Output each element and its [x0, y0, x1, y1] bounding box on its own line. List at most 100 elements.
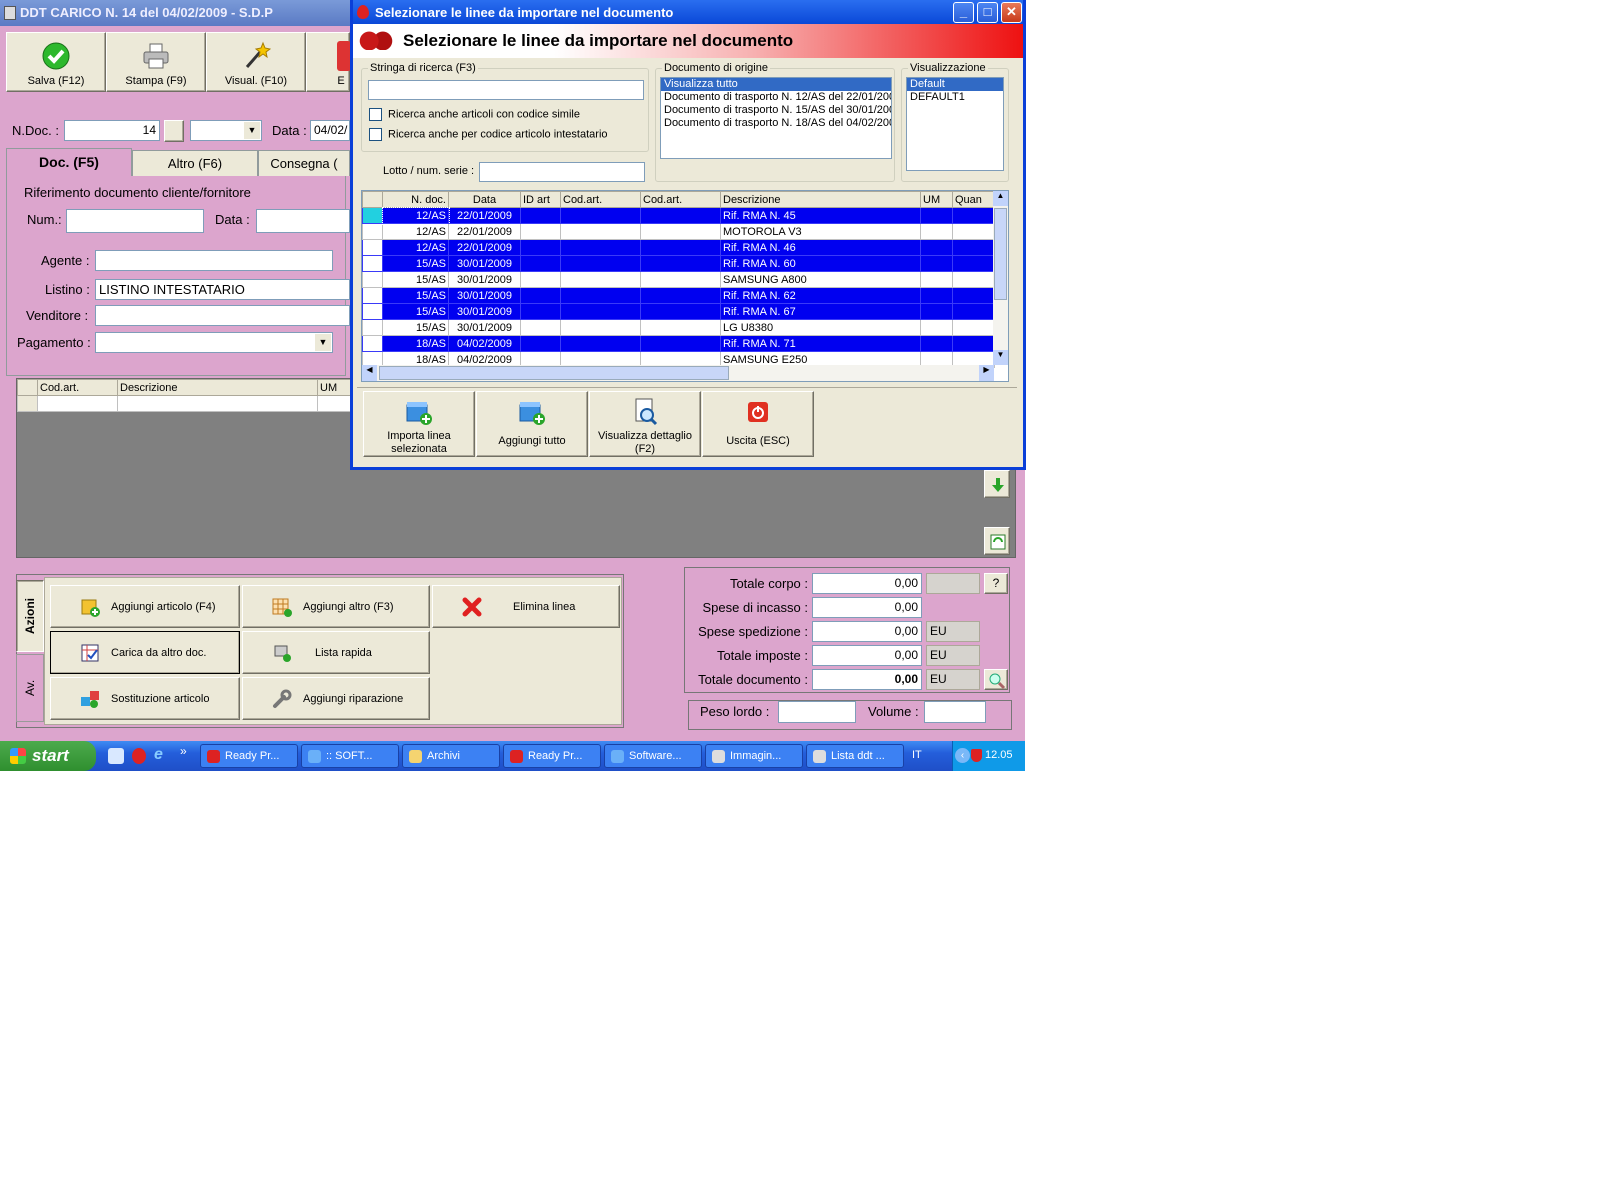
- taskbar-task-button[interactable]: Ready Pr...: [200, 744, 298, 768]
- ready-pro-quicklaunch-icon[interactable]: [132, 748, 146, 764]
- refresh-button[interactable]: [984, 527, 1010, 555]
- maximize-button[interactable]: □: [977, 2, 998, 23]
- grid-header-cell[interactable]: N. doc.: [382, 191, 449, 208]
- print-button[interactable]: Stampa (F9): [106, 32, 206, 92]
- table-cell[interactable]: Rif. RMA N. 71: [720, 335, 921, 352]
- rif-num-field[interactable]: [66, 209, 204, 233]
- origin-list-item[interactable]: Visualizza tutto: [661, 78, 891, 91]
- table-cell[interactable]: 30/01/2009: [448, 271, 521, 288]
- total-value-field[interactable]: 0,00: [812, 645, 922, 666]
- view-list-item[interactable]: DEFAULT1: [907, 91, 1003, 104]
- table-cell[interactable]: Rif. RMA N. 62: [720, 287, 921, 304]
- volume-field[interactable]: [924, 701, 986, 723]
- holder-code-checkbox[interactable]: Ricerca anche per codice articolo intest…: [369, 128, 608, 141]
- table-cell[interactable]: [920, 303, 953, 320]
- table-row[interactable]: 15/AS 30/01/2009 Rif. RMA N. 67: [362, 303, 995, 320]
- table-row[interactable]: 12/AS 22/01/2009 Rif. RMA N. 46: [362, 239, 995, 256]
- table-cell[interactable]: [952, 287, 995, 304]
- view-list-item[interactable]: Default: [907, 78, 1003, 91]
- table-cell[interactable]: [560, 223, 641, 240]
- total-value-field[interactable]: 0,00: [812, 597, 922, 618]
- total-value-field[interactable]: 0,00: [812, 621, 922, 642]
- table-cell[interactable]: [952, 271, 995, 288]
- table-cell[interactable]: Rif. RMA N. 45: [720, 207, 921, 224]
- table-cell[interactable]: [560, 255, 641, 272]
- scroll-down-icon[interactable]: ▼: [993, 350, 1008, 365]
- show-desktop-icon[interactable]: [108, 748, 124, 764]
- taskbar-task-button[interactable]: :: SOFT...: [301, 744, 399, 768]
- table-cell[interactable]: [640, 207, 721, 224]
- table-cell[interactable]: [520, 287, 561, 304]
- scroll-right-icon[interactable]: ▶: [979, 365, 994, 381]
- delete-line-button[interactable]: Elimina linea: [432, 585, 620, 628]
- minimize-button[interactable]: _: [953, 2, 974, 23]
- table-cell[interactable]: [560, 287, 641, 304]
- table-cell[interactable]: 18/AS: [382, 335, 449, 352]
- import-grid[interactable]: N. doc. Data ID art Cod.art. Cod.art. Descriz…: [361, 190, 1009, 382]
- table-cell[interactable]: 15/AS: [382, 255, 449, 272]
- side-tab-azioni[interactable]: Azioni: [16, 580, 44, 652]
- pagamento-select[interactable]: ▼: [95, 332, 333, 353]
- table-cell[interactable]: MOTOROLA V3: [720, 223, 921, 240]
- table-cell[interactable]: 22/01/2009: [448, 223, 521, 240]
- language-indicator[interactable]: IT: [912, 749, 922, 761]
- grid-vertical-scrollbar[interactable]: ▲ ▼: [993, 191, 1008, 365]
- grid-header-cell[interactable]: Descrizione: [720, 191, 921, 208]
- help-button[interactable]: ?: [984, 573, 1008, 594]
- tab-altro[interactable]: Altro (F6): [132, 150, 258, 176]
- table-cell[interactable]: Rif. RMA N. 60: [720, 255, 921, 272]
- grid-horizontal-scrollbar[interactable]: ◀ ▶: [362, 365, 994, 381]
- table-cell[interactable]: [920, 287, 953, 304]
- table-cell[interactable]: [640, 223, 721, 240]
- scroll-thumb[interactable]: [994, 208, 1007, 300]
- similar-code-checkbox[interactable]: Ricerca anche articoli con codice simile: [369, 108, 580, 121]
- table-row[interactable]: 15/AS 30/01/2009 Rif. RMA N. 62: [362, 287, 995, 304]
- grid-header-cell[interactable]: Data: [448, 191, 521, 208]
- table-cell[interactable]: [920, 223, 953, 240]
- table-row[interactable]: 12/AS 22/01/2009 Rif. RMA N. 45: [362, 206, 995, 225]
- tab-doc[interactable]: Doc. (F5): [6, 148, 132, 176]
- origin-list-item[interactable]: Documento di trasporto N. 12/AS del 22/0…: [661, 91, 891, 104]
- table-cell[interactable]: [640, 287, 721, 304]
- row-marker[interactable]: [362, 335, 383, 352]
- table-cell[interactable]: [520, 255, 561, 272]
- import-line-button[interactable]: Importa linea selezionata: [363, 391, 475, 457]
- view-button[interactable]: Visual. (F10): [206, 32, 306, 92]
- replace-article-button[interactable]: Sostituzione articolo: [50, 677, 240, 720]
- ndoc-field[interactable]: 14: [64, 120, 160, 141]
- venditore-field[interactable]: [95, 305, 350, 326]
- table-cell[interactable]: [952, 239, 995, 256]
- hscroll-thumb[interactable]: [379, 366, 729, 380]
- table-cell[interactable]: 12/AS: [382, 223, 449, 240]
- ie-quicklaunch-icon[interactable]: e: [154, 746, 163, 764]
- view-listbox[interactable]: Default DEFAULT1: [906, 77, 1004, 171]
- table-cell[interactable]: [520, 319, 561, 336]
- checkbox-box[interactable]: [369, 128, 382, 141]
- table-row[interactable]: 12/AS 22/01/2009 MOTOROLA V3: [362, 223, 995, 240]
- table-cell[interactable]: 15/AS: [382, 319, 449, 336]
- table-cell[interactable]: [640, 319, 721, 336]
- origin-listbox[interactable]: Visualizza tutto Documento di trasporto N…: [660, 77, 892, 159]
- grid-header-cell[interactable]: ID art: [520, 191, 561, 208]
- table-cell[interactable]: 30/01/2009: [448, 287, 521, 304]
- table-cell[interactable]: 04/02/2009: [448, 335, 521, 352]
- table-cell[interactable]: 22/01/2009: [448, 207, 521, 224]
- table-cell[interactable]: [640, 255, 721, 272]
- table-cell[interactable]: [520, 303, 561, 320]
- table-cell[interactable]: 12/AS: [382, 239, 449, 256]
- table-cell[interactable]: [952, 335, 995, 352]
- table-cell[interactable]: [640, 335, 721, 352]
- antivirus-tray-icon[interactable]: [971, 749, 982, 762]
- taskbar-task-button[interactable]: Immagin...: [705, 744, 803, 768]
- table-cell[interactable]: 15/AS: [382, 271, 449, 288]
- lotto-input[interactable]: [479, 162, 645, 182]
- origin-list-item[interactable]: Documento di trasporto N. 18/AS del 04/0…: [661, 117, 891, 130]
- grid-header-cell[interactable]: Quan: [952, 191, 995, 208]
- total-value-field[interactable]: 0,00: [812, 573, 922, 594]
- tray-arrow-icon[interactable]: ‹: [955, 748, 970, 763]
- row-marker[interactable]: [362, 207, 383, 224]
- table-row[interactable]: 15/AS 30/01/2009 LG U8380: [362, 319, 995, 336]
- table-cell[interactable]: [520, 239, 561, 256]
- table-cell[interactable]: Rif. RMA N. 46: [720, 239, 921, 256]
- table-cell[interactable]: 22/01/2009: [448, 239, 521, 256]
